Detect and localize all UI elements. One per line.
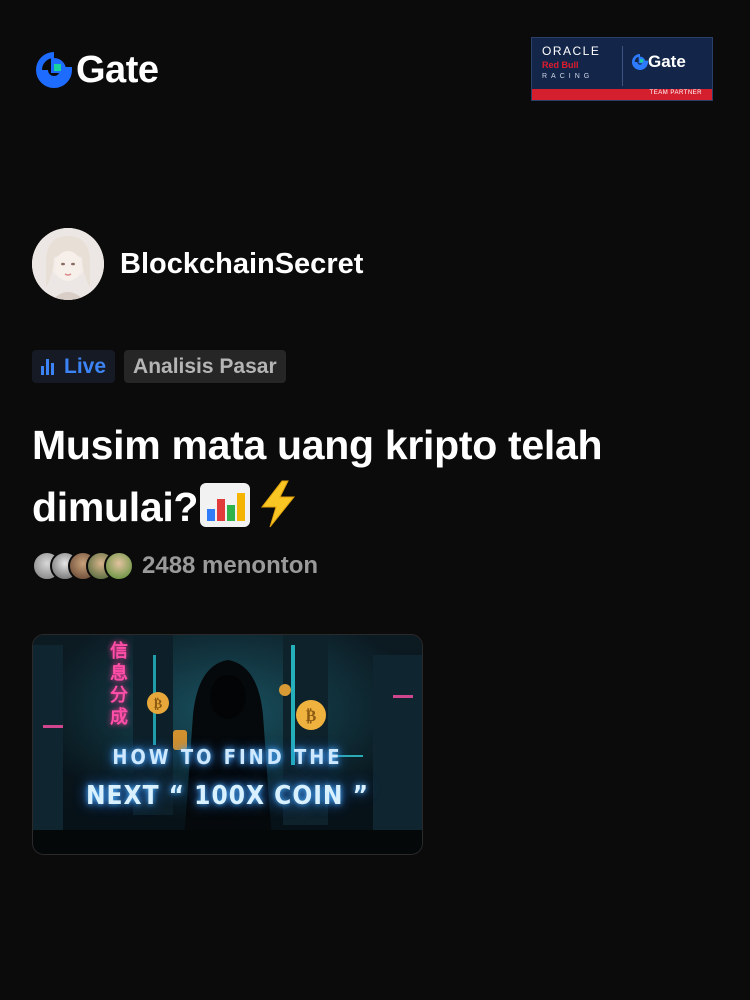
bar-chart-emoji — [200, 483, 251, 527]
partner-divider — [622, 46, 623, 86]
lightning-emoji — [261, 480, 296, 528]
partner-footer-bar: TEAM PARTNER — [532, 89, 712, 100]
gate-logo-text: Gate — [76, 48, 159, 91]
post-thumbnail[interactable]: ₿ ₿ 信息分成 HOW TO FIND THE NEXT “ 100X COI… — [32, 634, 423, 855]
avatar[interactable] — [32, 228, 104, 300]
tag-analisis-pasar[interactable]: Analisis Pasar — [124, 350, 286, 383]
tag-topic-label: Analisis Pasar — [133, 354, 277, 378]
viewer-count: 2488 menonton — [142, 552, 319, 579]
live-bars-icon — [41, 358, 54, 375]
thumbnail-headline-2: NEXT “ 100X COIN ” — [85, 781, 370, 811]
partner-oracle-text: ORACLE — [542, 44, 601, 58]
partner-footer-text: TEAM PARTNER — [649, 90, 702, 96]
post-title[interactable]: Musim mata uang kripto telah dimulai? — [32, 414, 712, 538]
gate-logo-icon — [36, 52, 72, 88]
partner-racing-text: RACING — [542, 73, 594, 80]
partner-badge[interactable]: ORACLE Red Bull RACING Gate TEAM PARTNER — [531, 37, 713, 101]
tag-live[interactable]: Live — [32, 350, 116, 383]
viewer-avatar — [104, 551, 134, 581]
tag-live-label: Live — [64, 354, 107, 378]
thumbnail-headline-1: HOW TO FIND THE — [112, 745, 343, 769]
partner-gate-text: Gate — [648, 52, 686, 71]
viewers-row: 2488 menonton — [32, 551, 318, 581]
gate-logo[interactable]: Gate — [36, 48, 159, 91]
svg-text:₿: ₿ — [154, 697, 163, 712]
partner-gate-logo: Gate — [632, 52, 686, 72]
post-author[interactable]: BlockchainSecret — [32, 228, 363, 300]
post-title-text: Musim mata uang kripto telah dimulai? — [32, 422, 603, 530]
viewer-avatars — [32, 551, 134, 581]
post-tags: Live Analisis Pasar — [32, 350, 286, 383]
partner-redbull-text: Red Bull — [542, 60, 579, 70]
svg-text:₿: ₿ — [306, 706, 317, 725]
author-name[interactable]: BlockchainSecret — [120, 248, 363, 281]
gate-small-icon — [632, 54, 648, 70]
thumbnail-neon-sign: 信息分成 — [110, 641, 128, 728]
avatar-image — [32, 228, 104, 300]
